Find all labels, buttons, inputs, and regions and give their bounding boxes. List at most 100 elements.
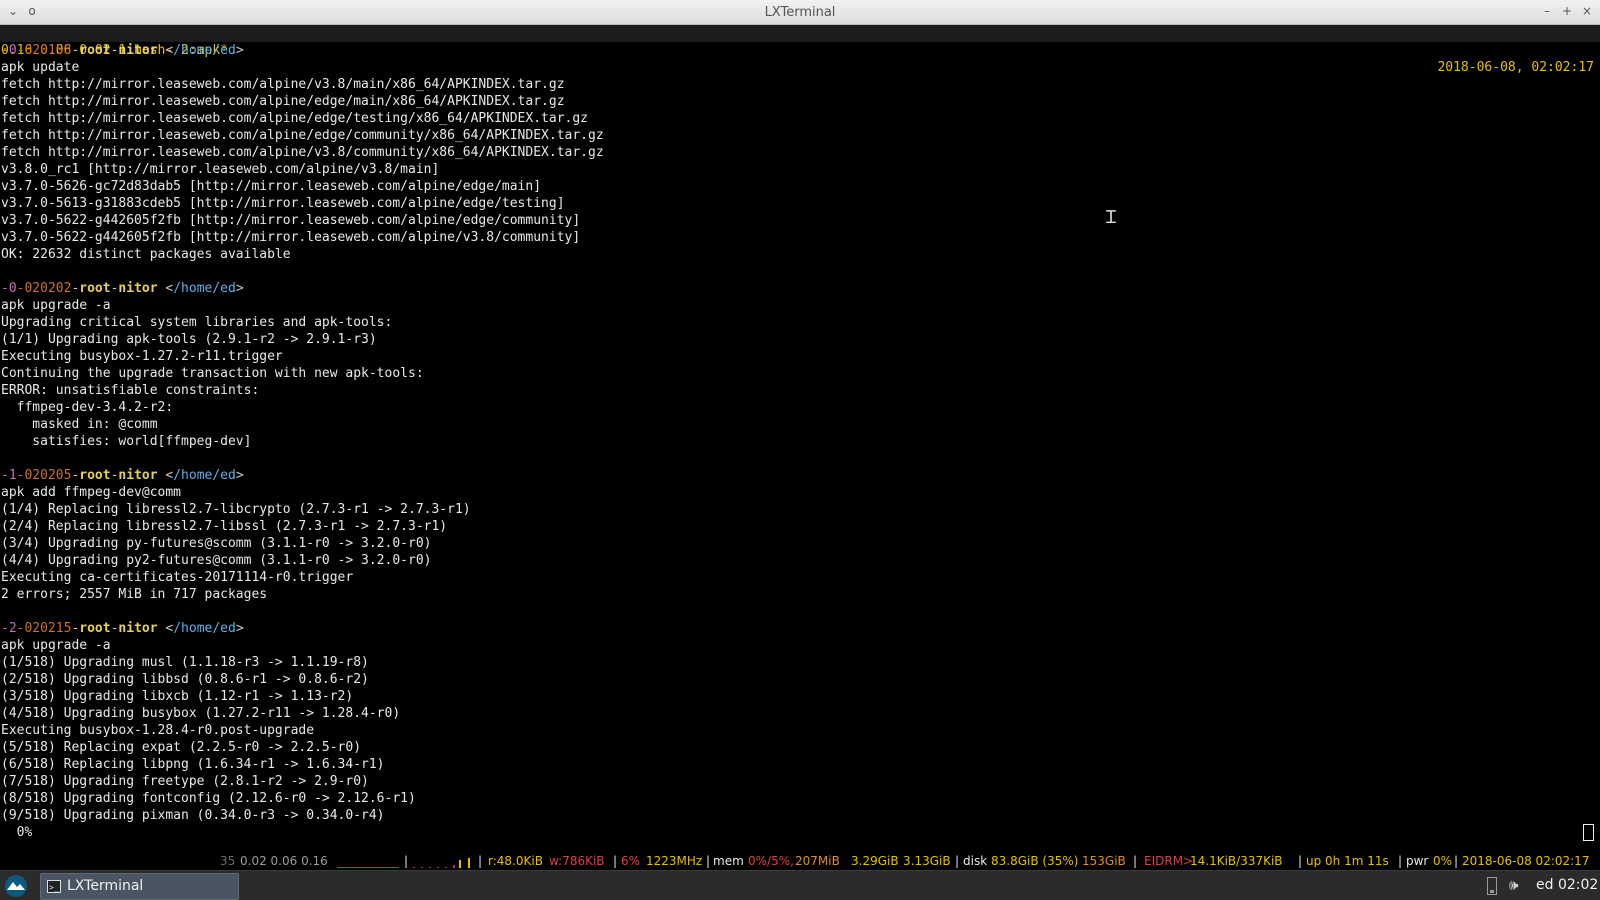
- terminal-line: apk upgrade -a: [1, 298, 111, 313]
- prompt-time: -020202: [16, 281, 72, 296]
- system-monitor-bar: 35 0.02 0.06 0.16 | | r:48.0KiB w:786KiB…: [0, 853, 1600, 870]
- prompt-bracket: <: [157, 281, 174, 296]
- terminal-line: Executing ca-certificates-20171114-r0.tr…: [1, 570, 354, 585]
- prompt-user: root: [79, 468, 111, 483]
- cpu-percent: 6%: [621, 854, 641, 868]
- prompt-time: -020158: [16, 43, 72, 58]
- prompt-user: root: [79, 281, 111, 296]
- maximize-button[interactable]: +: [1560, 4, 1574, 18]
- close-button[interactable]: ×: [1580, 4, 1594, 18]
- prompt-exit-code: -2: [1, 621, 17, 636]
- pwr-label: pwr: [1406, 854, 1429, 868]
- mem-b: 3.13GiB: [903, 854, 951, 868]
- window-titlebar[interactable]: ⌄ o LXTerminal – + ×: [0, 0, 1600, 25]
- terminal-line: (1/518) Upgrading musl (1.1.18-r3 -> 1.1…: [1, 655, 369, 670]
- terminal-line: apk upgrade -a: [1, 638, 111, 653]
- load-average: 0.02 0.06 0.16: [240, 854, 328, 868]
- conky-datetime: 2018-06-08 02:02:17: [1462, 854, 1590, 868]
- mem-label: mem: [713, 854, 744, 868]
- io-read: r:48.0KiB: [488, 854, 543, 868]
- terminal-line: (8/518) Upgrading fontconfig (2.12.6-r0 …: [1, 791, 416, 806]
- net-rate: 14.1KiB/337KiB: [1190, 854, 1283, 868]
- terminal-line: ffmpeg-dev-3.4.2-r2:: [1, 400, 174, 415]
- prompt-host: nitor: [118, 43, 158, 58]
- terminal-line: fetch http://mirror.leaseweb.com/alpine/…: [1, 77, 565, 92]
- terminal-line: Upgrading critical system libraries and …: [1, 315, 393, 330]
- prompt-time: -020205: [16, 468, 72, 483]
- prompt-path: /home/ed: [173, 621, 236, 636]
- prompt-bracket: <: [157, 621, 174, 636]
- taskbar-item-lxterminal[interactable]: LXTerminal: [40, 873, 239, 900]
- terminal-line: (1/1) Upgrading apk-tools (2.9.1-r2 -> 2…: [1, 332, 377, 347]
- terminal-line: (3/4) Upgrading py-futures@scomm (3.1.1-…: [1, 536, 432, 551]
- disk-label: disk: [963, 854, 988, 868]
- prompt-bracket: >: [235, 621, 244, 636]
- prompt-bracket: >: [235, 468, 244, 483]
- net-interface: EIDRM>: [1144, 854, 1194, 868]
- volume-icon[interactable]: 🕪: [1509, 876, 1518, 894]
- terminal-line: v3.7.0-5622-g442605f2fb [http://mirror.l…: [1, 230, 581, 245]
- terminal-line: masked in: @comm: [1, 417, 158, 432]
- terminal-line: ERROR: unsatisfiable constraints:: [1, 383, 260, 398]
- terminal-line: Executing busybox-1.28.4-r0.post-upgrade: [1, 723, 315, 738]
- prompt-host: nitor: [118, 468, 158, 483]
- terminal-line: (7/518) Upgrading freetype (2.8.1-r2 -> …: [1, 774, 369, 789]
- terminal-line: v3.7.0-5626-gc72d83dab5 [http://mirror.l…: [1, 179, 542, 194]
- terminal-line: (2/518) Upgrading libbsd (0.8.6-r1 -> 0.…: [1, 672, 369, 687]
- taskbar: LXTerminal 🕪 ed 02:02: [0, 870, 1600, 900]
- terminal-line: 0%: [1, 825, 33, 840]
- terminal-line: v3.8.0_rc1 [http://mirror.leaseweb.com/a…: [1, 162, 440, 177]
- prompt-user: root: [79, 43, 111, 58]
- prompt-host: nitor: [118, 621, 158, 636]
- terminal-line: (1/4) Replacing libressl2.7-libcrypto (2…: [1, 502, 471, 517]
- terminal-line: (2/4) Replacing libressl2.7-libssl (2.7.…: [1, 519, 448, 534]
- prompt-time: -020215: [16, 621, 72, 636]
- cpu-frequency: 1223MHz: [646, 854, 703, 868]
- alpine-logo-icon: [5, 875, 27, 897]
- prompt-bracket: <: [157, 43, 174, 58]
- mem-percent: 0%/5%,: [748, 854, 794, 868]
- terminal-line: apk add ffmpeg-dev@comm: [1, 485, 182, 500]
- prompt-exit-code: -0: [1, 281, 17, 296]
- prompt-user: root: [79, 621, 111, 636]
- mem-a: 3.29GiB: [851, 854, 899, 868]
- uptime: up 0h 1m 11s: [1306, 854, 1389, 868]
- window-title: LXTerminal: [764, 5, 836, 20]
- terminal-line: v3.7.0-5622-g442605f2fb [http://mirror.l…: [1, 213, 581, 228]
- terminal-line: (4/518) Upgrading busybox (1.27.2-r11 ->…: [1, 706, 401, 721]
- terminal-line: (9/518) Upgrading pixman (0.34.0-r3 -> 0…: [1, 808, 385, 823]
- ibeam-cursor-icon: Ɪ: [1106, 207, 1117, 228]
- terminal-line: fetch http://mirror.leaseweb.com/alpine/…: [1, 145, 604, 160]
- start-menu-button[interactable]: [3, 874, 29, 898]
- terminal-line: satisfies: world[ffmpeg-dev]: [1, 434, 252, 449]
- separator: |: [1454, 854, 1459, 868]
- separator: |: [1398, 854, 1403, 868]
- separator: |: [1298, 854, 1303, 868]
- separator: |: [955, 854, 960, 868]
- battery-icon[interactable]: [1487, 877, 1497, 895]
- terminal-line: Executing busybox-1.27.2-r11.trigger: [1, 349, 283, 364]
- prompt-exit-code: -1: [1, 468, 17, 483]
- disk-total: 153GiB: [1082, 854, 1126, 868]
- prompt-line: -1-020205-root-nitor </home/ed>: [0, 467, 1600, 484]
- terminal-line: OK: 22632 distinct packages available: [1, 247, 291, 262]
- taskbar-clock[interactable]: ed 02:02: [1536, 877, 1598, 893]
- terminal-line: 2 errors; 2557 MiB in 717 packages: [1, 587, 268, 602]
- prompt-path: /home/ed: [173, 281, 236, 296]
- terminal-line: fetch http://mirror.leaseweb.com/alpine/…: [1, 128, 604, 143]
- terminal-line: (4/4) Upgrading py2-futures@comm (3.1.1-…: [1, 553, 432, 568]
- terminal-icon: [47, 875, 61, 900]
- terminal-line: v3.7.0-5613-g31883cdeb5 [http://mirror.l…: [1, 196, 565, 211]
- separator: |: [478, 854, 483, 868]
- terminal-line: Continuing the upgrade transaction with …: [1, 366, 424, 381]
- prompt-bracket: <: [157, 468, 174, 483]
- prompt-exit-code: -0: [1, 43, 17, 58]
- disk-used: 83.8GiB (35%): [991, 854, 1079, 868]
- terminal-output[interactable]: -0-020158-root-nitor </home/ed> apk updat…: [0, 42, 1600, 850]
- prompt-line: -0-020158-root-nitor </home/ed>: [0, 42, 1600, 59]
- minimize-button[interactable]: –: [1540, 4, 1554, 18]
- pwr-percent: 0%: [1433, 854, 1453, 868]
